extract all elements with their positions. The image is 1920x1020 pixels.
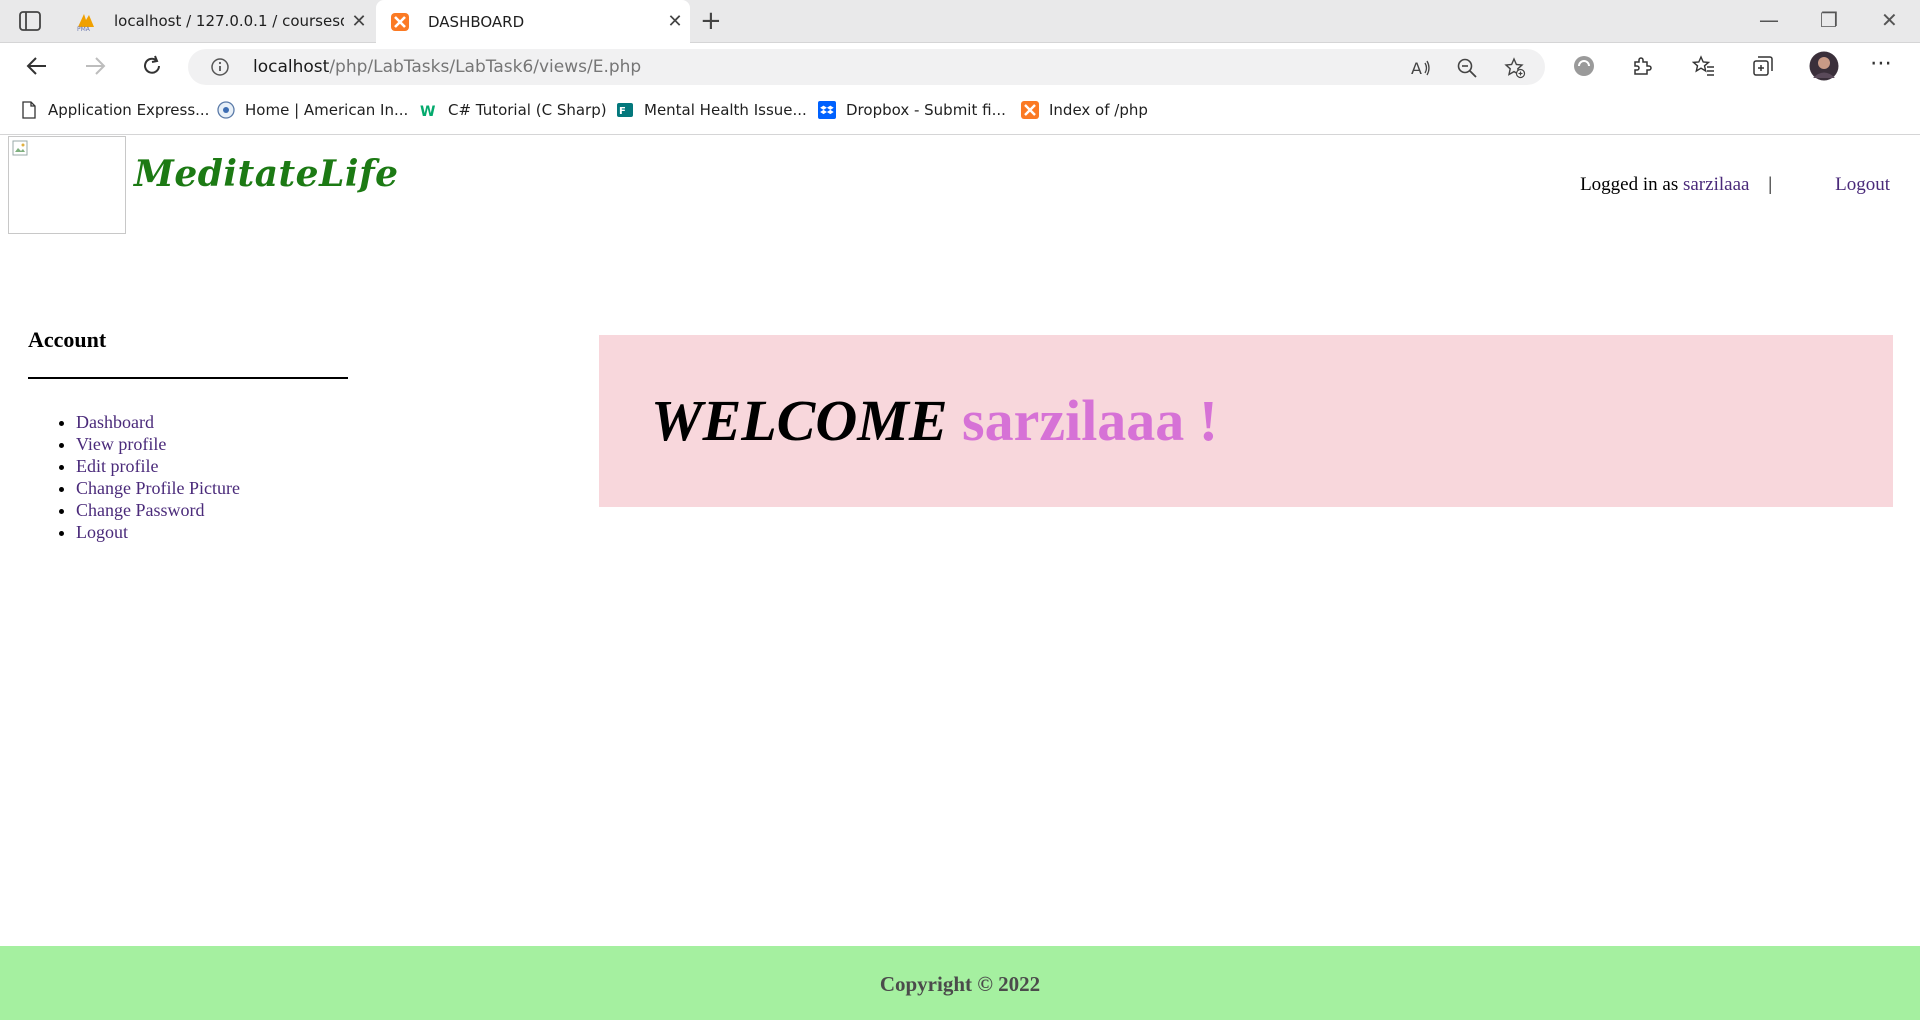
- sidebar-title: Account: [28, 327, 107, 352]
- refresh-icon[interactable]: [139, 53, 165, 79]
- welcome-username: sarzilaaa !: [962, 388, 1219, 453]
- url-text[interactable]: localhost/php/LabTasks/LabTask6/views/E.…: [253, 57, 641, 77]
- svg-text:A: A: [1411, 59, 1422, 78]
- sidebar-item-dashboard: Dashboard: [76, 411, 240, 433]
- back-icon[interactable]: [24, 53, 50, 79]
- sidebar-item-change-picture: Change Profile Picture: [76, 477, 240, 499]
- bookmarks-bar: Application Express... Home | American I…: [0, 92, 1920, 135]
- tab-title: DASHBOARD: [428, 12, 525, 31]
- svg-text:W: W: [420, 104, 435, 119]
- forms-icon: F: [617, 103, 633, 117]
- browser-toolbar: localhost/php/LabTasks/LabTask6/views/E.…: [0, 43, 1920, 91]
- tab-actions-icon[interactable]: [17, 10, 43, 32]
- phpmyadmin-icon: PMA: [77, 14, 94, 31]
- bookmark-label: Home | American In...: [245, 101, 409, 119]
- tab-dashboard[interactable]: DASHBOARD ✕: [376, 0, 690, 43]
- logged-in-prefix: Logged in as: [1580, 174, 1679, 195]
- edge-extension-icon[interactable]: [1572, 54, 1596, 78]
- window-close-icon[interactable]: ✕: [1881, 8, 1898, 32]
- more-options-icon[interactable]: ⋯: [1870, 51, 1892, 76]
- favorites-icon[interactable]: [1692, 54, 1716, 78]
- sidebar-link-change-password[interactable]: Change Password: [76, 500, 205, 520]
- sidebar-item-logout: Logout: [76, 521, 240, 543]
- separator: |: [1768, 174, 1772, 195]
- copyright-text: Copyright © 2022: [879, 972, 1041, 996]
- restore-icon[interactable]: ❐: [1820, 8, 1838, 32]
- xampp-icon: [1021, 101, 1039, 119]
- bookmark-index-php[interactable]: Index of /php: [1021, 92, 1148, 128]
- zoom-out-icon[interactable]: [1456, 57, 1478, 79]
- extensions-icon[interactable]: [1630, 54, 1654, 78]
- collections-icon[interactable]: [1751, 54, 1775, 78]
- xampp-icon: [391, 12, 409, 31]
- close-icon[interactable]: ✕: [344, 11, 374, 32]
- broken-image-icon: [12, 140, 28, 156]
- bookmark-mental-health[interactable]: F Mental Health Issue...: [616, 92, 807, 128]
- read-aloud-icon[interactable]: A: [1410, 57, 1432, 79]
- w3schools-icon: W: [420, 104, 435, 119]
- bookmark-label: C# Tutorial (C Sharp): [448, 101, 607, 119]
- bookmark-label: Dropbox - Submit fi...: [846, 101, 1006, 119]
- page-content: MeditateLife Logged in as sarzilaaa | Lo…: [0, 135, 1920, 1020]
- bookmark-label: Application Express...: [48, 101, 210, 119]
- bookmark-label: Index of /php: [1049, 101, 1148, 119]
- brand-title: MeditateLife: [134, 153, 399, 195]
- sidebar-link-change-picture[interactable]: Change Profile Picture: [76, 478, 240, 498]
- bookmark-american-home[interactable]: Home | American In...: [217, 92, 408, 128]
- logout-link[interactable]: Logout: [1835, 174, 1890, 196]
- sidebar-divider: [28, 377, 348, 379]
- logo-image: [8, 136, 126, 234]
- login-status: Logged in as sarzilaaa |: [1580, 174, 1772, 196]
- sidebar-menu: Dashboard View profile Edit profile Chan…: [28, 411, 240, 543]
- sidebar-link-edit-profile[interactable]: Edit profile: [76, 456, 158, 476]
- document-icon: [22, 101, 36, 119]
- sidebar-item-edit-profile: Edit profile: [76, 455, 240, 477]
- dropbox-icon: [818, 101, 836, 119]
- globe-icon: [217, 101, 235, 119]
- close-icon[interactable]: ✕: [660, 11, 690, 32]
- tab-phpmyadmin[interactable]: PMA localhost / 127.0.0.1 / coursesdb ✕: [62, 0, 374, 42]
- new-tab-icon[interactable]: +: [700, 6, 722, 36]
- sidebar-link-dashboard[interactable]: Dashboard: [76, 412, 154, 432]
- sidebar-item-view-profile: View profile: [76, 433, 240, 455]
- sidebar-link-logout[interactable]: Logout: [76, 522, 128, 542]
- welcome-word: WELCOME: [651, 388, 948, 453]
- welcome-banner: WELCOME sarzilaaa !: [599, 335, 1893, 507]
- minimize-icon[interactable]: —: [1759, 8, 1779, 32]
- welcome-heading: WELCOME sarzilaaa !: [651, 387, 1218, 454]
- site-info-icon[interactable]: [210, 57, 230, 77]
- add-favorite-icon[interactable]: [1504, 57, 1526, 79]
- sidebar-item-change-password: Change Password: [76, 499, 240, 521]
- svg-text:F: F: [619, 106, 626, 117]
- forward-icon[interactable]: [82, 53, 108, 79]
- address-bar[interactable]: localhost/php/LabTasks/LabTask6/views/E.…: [188, 49, 1545, 85]
- bookmark-application-express[interactable]: Application Express...: [20, 92, 209, 128]
- bookmark-dropbox[interactable]: Dropbox - Submit fi...: [818, 92, 1006, 128]
- browser-tab-strip: PMA localhost / 127.0.0.1 / coursesdb ✕ …: [0, 0, 1920, 43]
- bookmark-label: Mental Health Issue...: [644, 101, 807, 119]
- bookmark-csharp-tutorial[interactable]: W C# Tutorial (C Sharp): [420, 92, 607, 128]
- url-host: localhost: [253, 57, 330, 77]
- svg-text:PMA: PMA: [77, 26, 91, 31]
- avatar[interactable]: [1809, 51, 1839, 81]
- sidebar-link-view-profile[interactable]: View profile: [76, 434, 166, 454]
- url-path: /php/LabTasks/LabTask6/views/E.php: [329, 57, 642, 77]
- tab-title: localhost / 127.0.0.1 / coursesdb: [114, 12, 344, 30]
- username-link[interactable]: sarzilaaa: [1683, 174, 1749, 195]
- footer: Copyright © 2022: [0, 946, 1920, 1020]
